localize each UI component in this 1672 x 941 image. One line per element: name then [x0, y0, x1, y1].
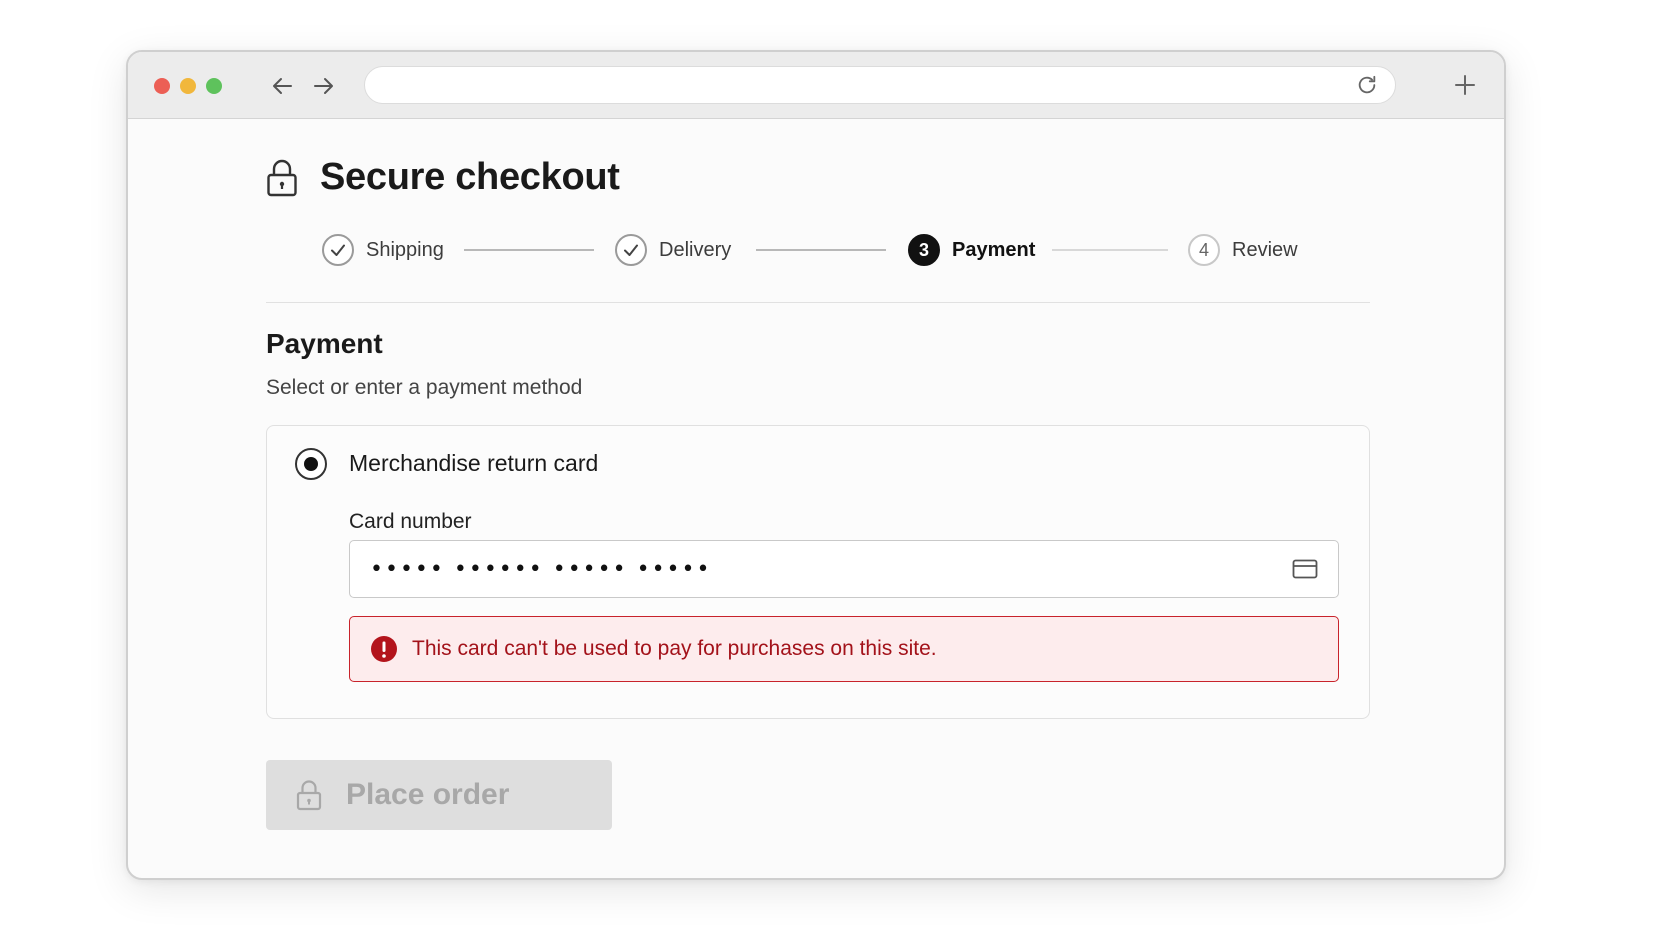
lock-icon	[267, 159, 297, 196]
step-delivery[interactable]: Delivery	[615, 232, 731, 268]
arrow-right-icon	[314, 78, 333, 94]
maximize-window-button[interactable]	[206, 78, 222, 94]
page-content: Secure checkout Shipping Delivery 3 Paym…	[128, 118, 1504, 878]
step-review: 4 Review	[1188, 232, 1298, 268]
error-icon	[371, 636, 397, 662]
checkmark-icon	[331, 244, 345, 256]
place-order-button[interactable]: Place order	[266, 760, 612, 830]
card-number-field[interactable]	[349, 540, 1339, 598]
page-header: Secure checkout	[266, 156, 620, 199]
step-label: Review	[1232, 238, 1298, 261]
step-connector	[464, 249, 594, 251]
step-pending-circle: 4	[1188, 234, 1220, 266]
step-complete-circle	[615, 234, 647, 266]
browser-window: Secure checkout Shipping Delivery 3 Paym…	[126, 50, 1506, 880]
error-message: This card can't be used to pay for purch…	[412, 637, 937, 660]
arrow-left-icon	[273, 78, 292, 94]
step-label: Shipping	[366, 238, 444, 261]
card-number-input[interactable]	[368, 541, 1272, 598]
back-button[interactable]	[268, 71, 298, 101]
step-payment: 3 Payment	[908, 232, 1035, 268]
payment-method-radio[interactable]	[295, 448, 327, 480]
checkout-stepper: Shipping Delivery 3 Payment 4 Review	[322, 232, 1322, 268]
radio-selected-dot	[304, 457, 318, 471]
url-input[interactable]	[383, 67, 1347, 105]
card-error-alert: This card can't be used to pay for purch…	[349, 616, 1339, 682]
plus-icon	[1455, 75, 1475, 95]
place-order-label: Place order	[346, 778, 510, 811]
header-divider	[266, 302, 1370, 303]
lock-icon	[296, 780, 322, 811]
reload-icon	[1358, 75, 1376, 94]
card-number-label: Card number	[349, 510, 472, 533]
payment-method-card: Merchandise return card Card number This…	[266, 425, 1370, 719]
step-connector	[1052, 249, 1168, 251]
step-label: Delivery	[659, 238, 732, 261]
step-label: Payment	[952, 238, 1036, 261]
payment-subheading: Select or enter a payment method	[266, 376, 583, 399]
forward-button[interactable]	[308, 71, 338, 101]
page-title: Secure checkout	[320, 156, 620, 198]
payment-method-label[interactable]: Merchandise return card	[349, 450, 598, 477]
new-tab-button[interactable]	[1450, 70, 1480, 100]
reload-button[interactable]	[1355, 73, 1379, 97]
step-connector	[756, 249, 886, 251]
address-bar[interactable]	[364, 66, 1396, 105]
credit-card-icon	[1292, 559, 1318, 579]
close-window-button[interactable]	[154, 78, 170, 94]
minimize-window-button[interactable]	[180, 78, 196, 94]
step-shipping[interactable]: Shipping	[322, 232, 444, 268]
payment-heading: Payment	[266, 328, 383, 359]
checkmark-icon	[624, 244, 638, 256]
step-complete-circle	[322, 234, 354, 266]
browser-titlebar	[128, 52, 1504, 119]
step-active-circle: 3	[908, 234, 940, 266]
